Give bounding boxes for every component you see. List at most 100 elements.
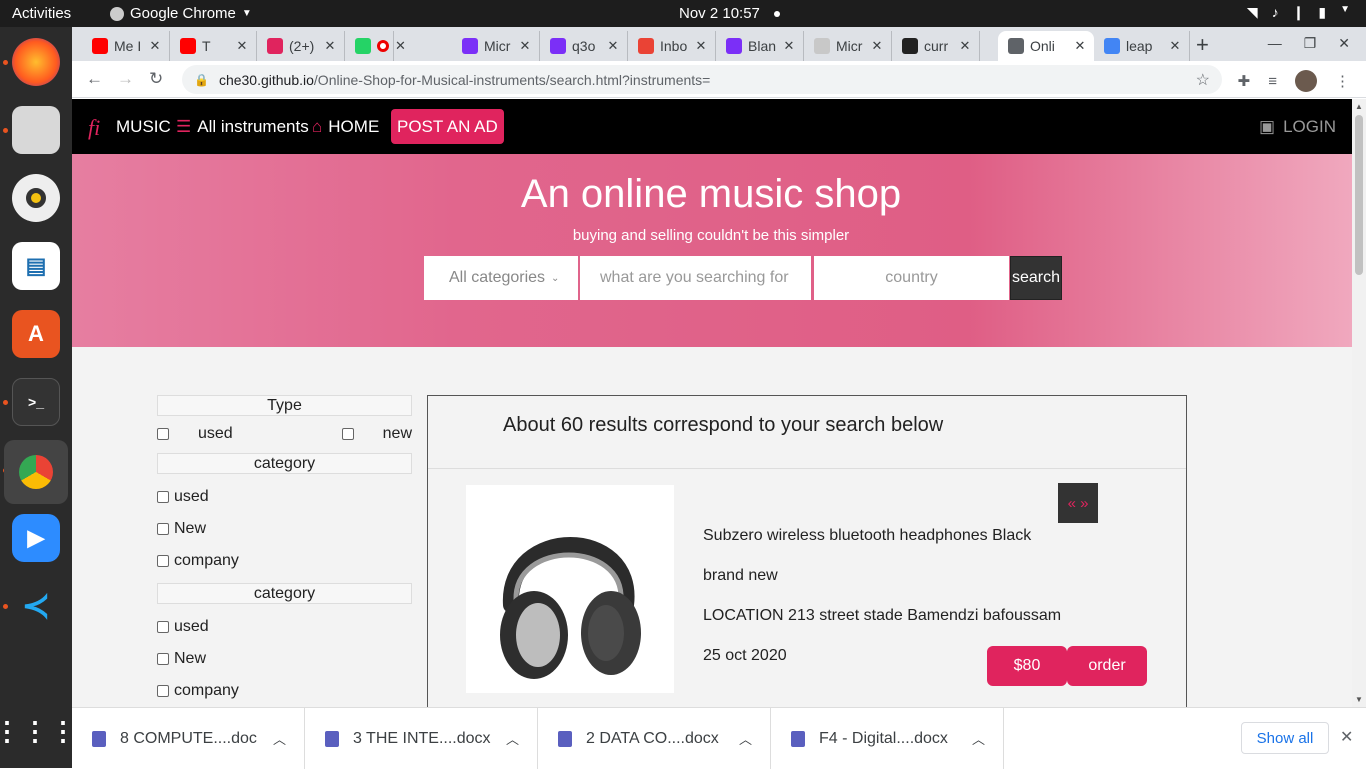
checkbox[interactable] [157,685,169,697]
address-bar[interactable]: 🔒 che30.github.io/Online-Shop-for-Musica… [182,65,1222,94]
tab-close-icon[interactable]: ✕ [781,38,797,54]
tab-close-icon[interactable]: ✕ [147,38,163,54]
media-control-icon[interactable]: ≡ [1268,73,1277,90]
tab-close-icon[interactable]: ✕ [693,38,709,54]
tab-label: Micr [484,38,511,54]
nav-home[interactable]: ⌂ HOME [312,117,379,137]
nav-music[interactable]: MUSIC [116,117,171,137]
back-icon[interactable]: ← [86,69,103,89]
chevron-down-icon: ⌄ [551,272,560,284]
filter-item[interactable]: New [157,513,412,545]
download-item[interactable]: 3 THE INTE....docx ︿ [305,708,538,769]
tab[interactable]: Micr ✕ [804,31,892,61]
tab[interactable]: (✕ [345,31,406,61]
category-select[interactable]: All categories ⌄ [424,256,578,300]
product-title[interactable]: Subzero wireless bluetooth headphones Bl… [703,527,1031,545]
product-card[interactable]: « » Subzero wireless bluetooth headphone… [428,469,1186,707]
nav-all-instruments[interactable]: ☰ All instruments [176,117,309,137]
rhythmbox-icon[interactable] [12,174,60,222]
checkbox[interactable] [157,491,169,503]
tab[interactable]: Inbo ✕ [628,31,716,61]
tab[interactable]: q3o ✕ [540,31,628,61]
search-input[interactable]: what are you searching for [580,256,811,300]
tab[interactable]: Blan ✕ [716,31,804,61]
checkbox-type-used[interactable] [157,428,169,440]
reload-icon[interactable]: ↻ [149,69,163,89]
tab[interactable]: Onli ✕ [998,31,1094,61]
zoom-icon[interactable]: ▶ [12,514,60,562]
tab[interactable]: Micr ✕ [452,31,540,61]
show-apps-icon[interactable]: ⋮⋮⋮ [0,707,76,755]
site-logo[interactable]: fi [88,115,100,141]
show-all-button[interactable]: Show all [1241,722,1329,754]
results-panel: About 60 results correspond to your sear… [427,395,1187,707]
scroll-up-icon[interactable]: ▲ [1355,102,1363,111]
close-downloads-icon[interactable]: ✕ [1340,727,1353,747]
country-input[interactable]: country [814,256,1009,300]
tab-close-icon[interactable]: ✕ [517,38,533,54]
tab-close-icon[interactable]: ✕ [869,38,885,54]
filter-item[interactable]: company [157,545,412,577]
files-icon[interactable] [12,106,60,154]
bookmark-star-icon[interactable]: ☆ [1196,70,1210,90]
download-item[interactable]: 8 COMPUTE....doc ︿ [72,708,305,769]
close-window-icon[interactable]: ✕ [1338,35,1350,52]
page-scrollbar[interactable]: ▲ ▼ [1352,99,1366,707]
chrome-dock-icon[interactable] [4,440,68,504]
tab-close-icon[interactable]: ✕ [395,38,406,54]
checkbox-type-new[interactable] [341,428,354,440]
maximize-icon[interactable]: ❐ [1304,35,1317,52]
download-item[interactable]: F4 - Digital....docx ︿ [771,708,1004,769]
chevron-up-icon[interactable]: ︿ [739,729,752,748]
new-tab-button[interactable]: + [1196,32,1209,58]
minimize-icon[interactable]: — [1268,35,1282,52]
clock[interactable]: Nov 2 10:57 [679,5,780,22]
download-item[interactable]: 2 DATA CO....docx ︿ [538,708,771,769]
checkbox[interactable] [157,555,169,567]
tab[interactable]: leap ✕ [1094,31,1190,61]
writer-icon[interactable]: ▤ [12,242,60,290]
tab[interactable]: (2+) ✕ [257,31,345,61]
post-ad-button[interactable]: POST AN AD [391,109,504,144]
checkbox[interactable] [157,523,169,535]
filter-item[interactable]: New [157,643,412,675]
filter-item[interactable]: company [157,675,412,707]
chevron-up-icon[interactable]: ︿ [972,729,985,748]
tab[interactable]: curr ✕ [892,31,980,61]
software-center-icon[interactable]: A [12,310,60,358]
system-tray[interactable]: ◥ ♪ ❙ ▮ ▼ [1247,4,1350,21]
tab-close-icon[interactable]: ✕ [1072,38,1088,54]
activities-button[interactable]: Activities [12,5,71,22]
scroll-down-icon[interactable]: ▼ [1355,695,1363,704]
extensions-icon[interactable]: ✚ [1238,72,1251,90]
tab-close-icon[interactable]: ✕ [605,38,621,54]
checkbox[interactable] [157,621,169,633]
forward-icon[interactable]: → [117,69,134,89]
vscode-icon[interactable]: ≺ [12,582,60,630]
profile-avatar[interactable] [1295,70,1317,92]
tab-close-icon[interactable]: ✕ [1167,38,1183,54]
filter-item[interactable]: used [157,481,412,513]
filter-item[interactable]: used [157,611,412,643]
tab[interactable]: Me I ✕ [82,31,170,61]
login-link[interactable]: ▣ LOGIN [1259,117,1336,137]
search-button[interactable]: search [1010,256,1062,300]
product-image[interactable] [466,485,674,693]
tab-close-icon[interactable]: ✕ [957,38,973,54]
carousel-arrows[interactable]: « » [1058,483,1098,523]
chevron-up-icon[interactable]: ︿ [506,729,519,748]
order-button[interactable]: order [1067,646,1147,686]
tab-close-icon[interactable]: ✕ [234,38,250,54]
price-button[interactable]: $80 [987,646,1067,686]
tab[interactable]: T ✕ [170,31,257,61]
firefox-icon[interactable] [12,38,60,86]
app-menu[interactable]: Google Chrome ▼ [110,5,252,22]
terminal-icon[interactable]: >_ [12,378,60,426]
checkbox[interactable] [157,653,169,665]
scrollbar-thumb[interactable] [1355,115,1363,275]
menu-icon[interactable]: ⋮ [1335,72,1350,90]
chevron-up-icon[interactable]: ︿ [273,729,286,748]
battery-icon: ▮ [1318,4,1327,20]
tab-close-icon[interactable]: ✕ [322,38,338,54]
running-indicator [3,400,8,405]
